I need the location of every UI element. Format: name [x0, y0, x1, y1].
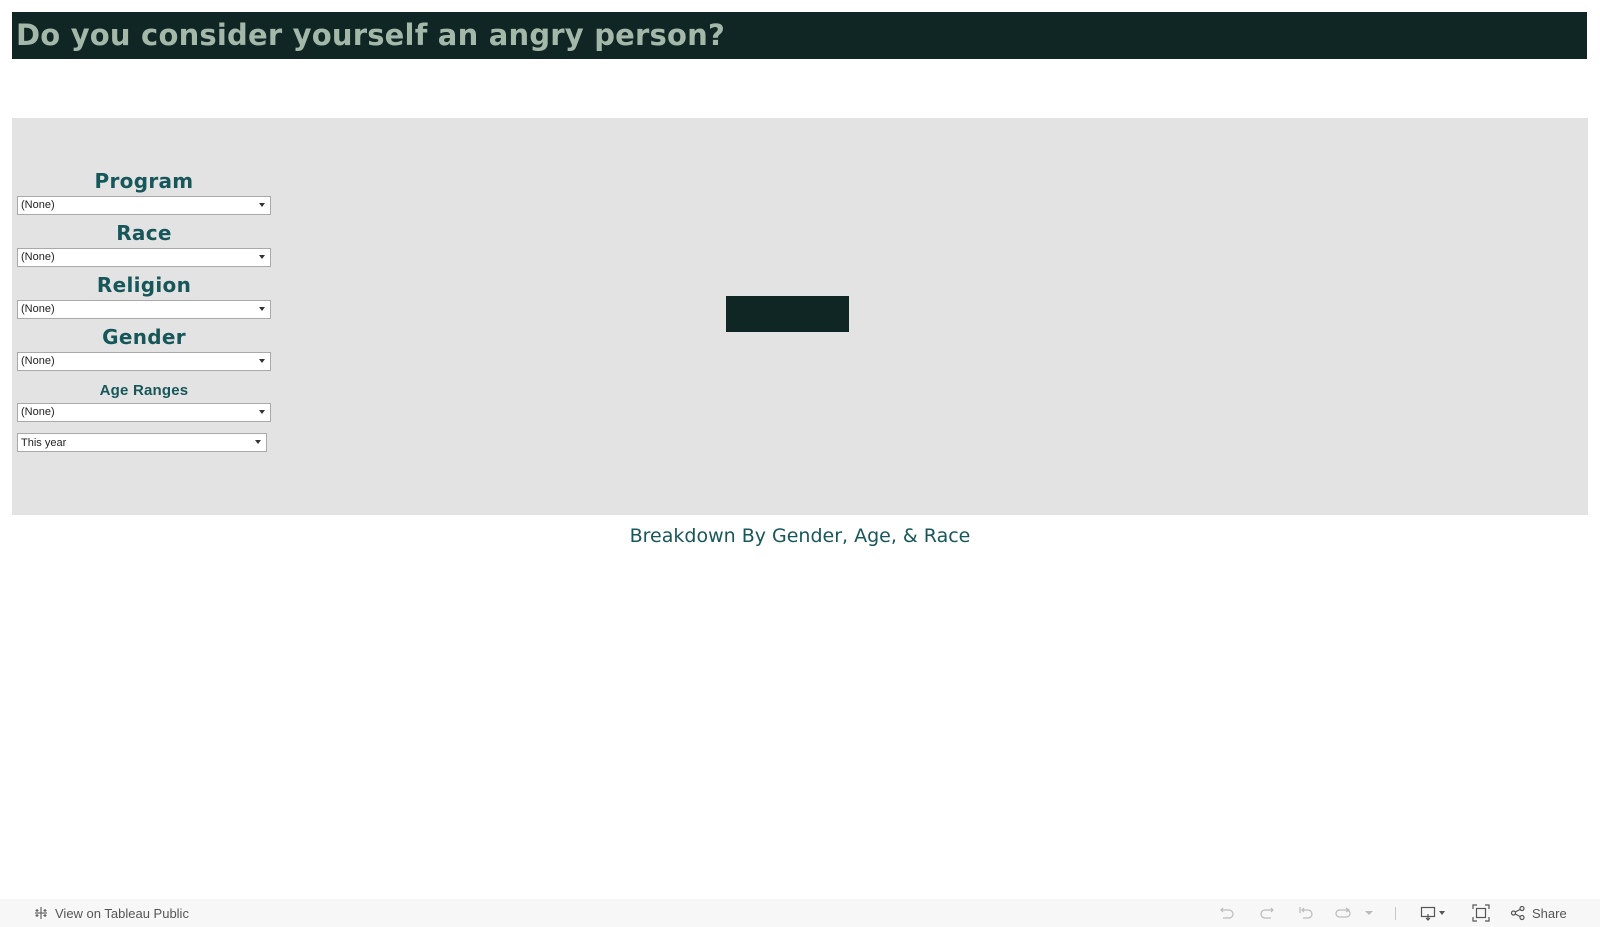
undo-button[interactable]	[1218, 899, 1236, 927]
download-button[interactable]	[1420, 899, 1448, 927]
date-filter-select[interactable]: This year	[17, 433, 267, 452]
empty-chart-block	[726, 296, 849, 332]
chevron-down-icon	[259, 203, 265, 207]
religion-filter-label: Religion	[96, 273, 192, 297]
revert-icon	[1297, 905, 1315, 921]
tableau-toolbar: View on Tableau Public Share	[0, 899, 1600, 927]
toolbar-divider	[1395, 907, 1396, 920]
religion-filter-select[interactable]: (None)	[17, 300, 271, 319]
chevron-down-icon	[259, 255, 265, 259]
age-ranges-filter-label: Age Ranges	[99, 382, 189, 399]
view-on-tableau-public-link[interactable]: View on Tableau Public	[33, 899, 189, 927]
refresh-dropdown-button[interactable]	[1364, 899, 1374, 927]
fullscreen-button[interactable]	[1472, 899, 1490, 927]
race-filter-label: Race	[116, 221, 172, 245]
chevron-down-icon	[259, 410, 265, 414]
program-filter-value: (None)	[21, 199, 55, 211]
race-filter-value: (None)	[21, 251, 55, 263]
date-filter-value: This year	[21, 437, 67, 449]
share-button[interactable]: Share	[1510, 899, 1567, 927]
fullscreen-icon	[1472, 904, 1490, 922]
chevron-down-icon	[255, 440, 261, 444]
religion-filter-value: (None)	[21, 303, 55, 315]
redo-button[interactable]	[1258, 899, 1276, 927]
download-icon	[1420, 905, 1448, 921]
program-filter-label: Program	[94, 169, 194, 193]
age-ranges-filter-value: (None)	[21, 406, 55, 418]
dashboard-header: Do you consider yourself an angry person…	[12, 12, 1587, 59]
undo-icon	[1218, 905, 1236, 921]
age-ranges-filter-select[interactable]: (None)	[17, 403, 271, 422]
race-filter-select[interactable]: (None)	[17, 248, 271, 267]
share-label: Share	[1532, 905, 1567, 921]
program-filter-select[interactable]: (None)	[17, 196, 271, 215]
redo-icon	[1258, 905, 1276, 921]
revert-button[interactable]	[1297, 899, 1315, 927]
refresh-button[interactable]	[1334, 899, 1354, 927]
gender-filter-label: Gender	[102, 325, 186, 349]
section-subtitle: Breakdown By Gender, Age, & Race	[629, 525, 971, 547]
view-on-tableau-public-label: View on Tableau Public	[55, 905, 189, 921]
share-icon	[1510, 905, 1526, 921]
gender-filter-select[interactable]: (None)	[17, 352, 271, 371]
dropdown-caret-icon	[1364, 909, 1374, 917]
gender-filter-value: (None)	[21, 355, 55, 367]
tableau-logo-icon	[33, 905, 49, 921]
chevron-down-icon	[259, 359, 265, 363]
chevron-down-icon	[259, 307, 265, 311]
page-title: Do you consider yourself an angry person…	[16, 18, 725, 52]
refresh-icon	[1334, 905, 1354, 921]
